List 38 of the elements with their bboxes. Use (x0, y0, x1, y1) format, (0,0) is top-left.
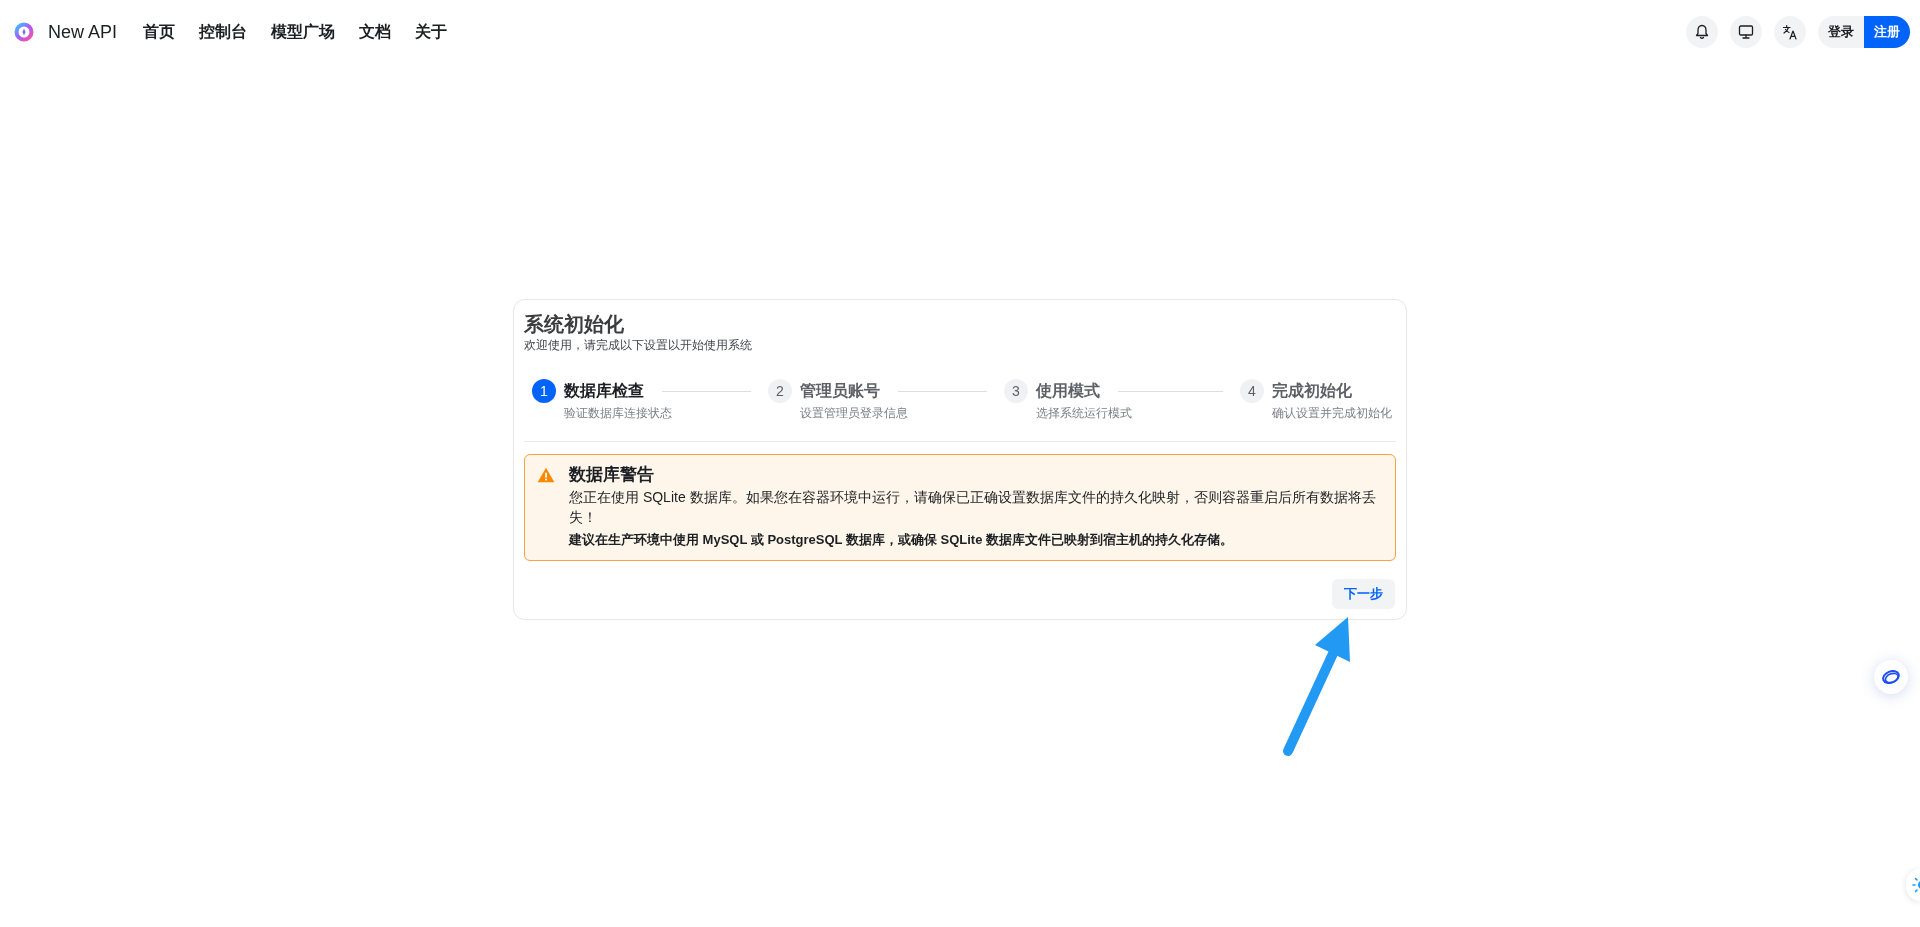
logo-icon (14, 22, 34, 42)
step-number: 3 (1004, 379, 1028, 403)
translate-icon (1782, 24, 1798, 40)
alert-message: 您正在使用 SQLite 数据库。如果您在容器环境中运行，请确保已正确设置数据库文件的持久化映射，否则容器重启后所有数据将丢失！ (569, 488, 1377, 527)
step-number: 1 (532, 379, 556, 403)
card-title: 系统初始化 (524, 312, 625, 337)
step-title: 使用模式 (1036, 380, 1100, 401)
assistant-button[interactable] (1874, 660, 1908, 694)
step-title: 管理员账号 (800, 380, 880, 401)
card-subtitle: 欢迎使用，请完成以下设置以开始使用系统 (524, 337, 753, 353)
nav-link[interactable]: 文档 (359, 21, 392, 43)
brand-name[interactable]: New API (48, 21, 118, 43)
notifications-button[interactable] (1686, 16, 1718, 48)
step-description: 选择系统运行模式 (1036, 405, 1133, 421)
display-button[interactable] (1730, 16, 1762, 48)
ellipse-ring-icon (1881, 668, 1901, 686)
nav-link[interactable]: 首页 (143, 21, 176, 43)
register-button[interactable]: 注册 (1864, 16, 1910, 48)
step-title: 完成初始化 (1272, 380, 1352, 401)
step-number: 2 (768, 379, 792, 403)
login-button[interactable]: 登录 (1818, 16, 1864, 48)
nav-link[interactable]: 控制台 (199, 21, 248, 43)
warning-icon (537, 467, 555, 483)
step-description: 确认设置并完成初始化 (1272, 405, 1392, 421)
alert-recommendation: 建议在生产环境中使用 MySQL 或 PostgreSQL 数据库，或确保 SQLite 数据库文件已映射到宿主机的持久化存储。 (569, 531, 1234, 549)
step-description: 设置管理员登录信息 (800, 405, 909, 421)
monitor-icon (1738, 24, 1754, 40)
next-step-button[interactable]: 下一步 (1332, 579, 1395, 609)
bell-icon (1694, 24, 1710, 40)
alert-title: 数据库警告 (569, 464, 655, 486)
language-button[interactable] (1774, 16, 1806, 48)
nav-link[interactable]: 关于 (415, 21, 448, 43)
sun-icon (1912, 877, 1920, 893)
step-description: 验证数据库连接状态 (564, 405, 673, 421)
step-number: 4 (1240, 379, 1264, 403)
step-title: 数据库检查 (564, 380, 644, 401)
nav-link[interactable]: 模型广场 (271, 21, 336, 43)
theme-toggle-button[interactable] (1906, 869, 1920, 901)
